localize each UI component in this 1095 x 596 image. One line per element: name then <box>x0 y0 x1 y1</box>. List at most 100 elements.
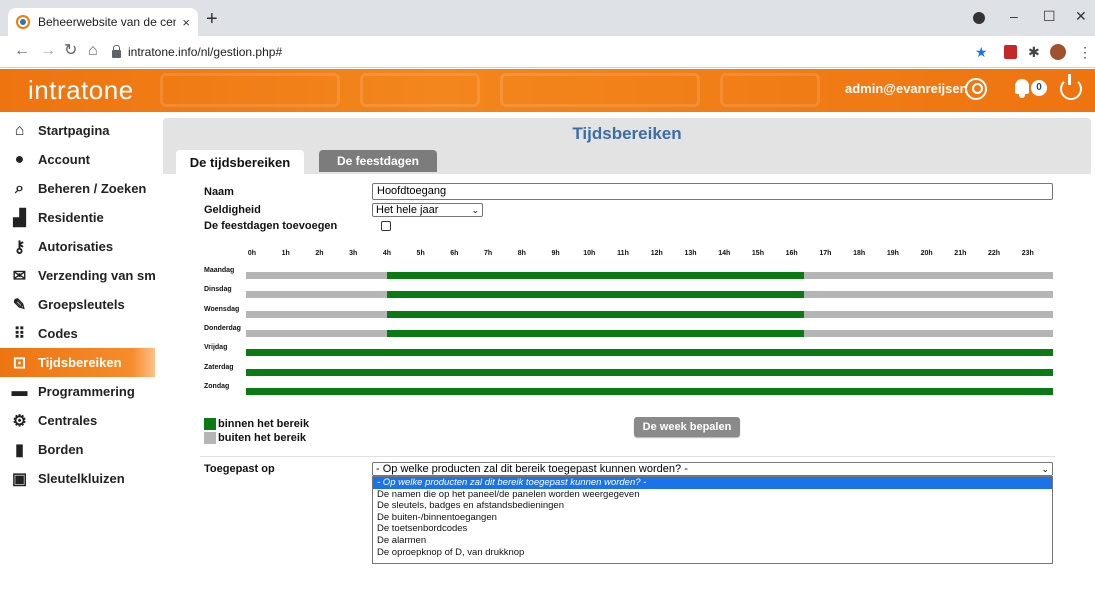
bell-icon[interactable] <box>1013 77 1031 99</box>
toegepast-select[interactable]: - Op welke producten zal dit bereik toeg… <box>372 462 1053 476</box>
schedule-bar-in-range[interactable] <box>246 387 1053 395</box>
dropdown-option[interactable]: De oproepknop of D, van drukknop <box>373 547 1052 559</box>
sidebar-item-account[interactable]: ● Account <box>0 145 155 174</box>
sidebar-item-groepsleutels[interactable]: ✎ Groepsleutels <box>0 290 155 319</box>
schedule-bar-out-range[interactable] <box>804 291 1053 299</box>
hour-label: 21h <box>954 250 967 257</box>
day-label: Woensdag <box>204 305 240 313</box>
sidebar-item-centrales[interactable]: ⚙ Centrales <box>0 406 155 435</box>
hour-label: 15h <box>751 250 764 257</box>
schedule-bar-out-range[interactable] <box>804 329 1053 337</box>
dropdown-option[interactable]: De alarmen <box>373 535 1052 547</box>
forward-icon[interactable]: → <box>40 42 56 60</box>
reload-icon[interactable]: ↻ <box>64 42 77 60</box>
sidebar-item-startpagina[interactable]: ⌂ Startpagina <box>0 116 155 145</box>
url-text: intratone.info/nl/gestion.php# <box>128 45 283 59</box>
profile-avatar[interactable] <box>1050 44 1066 60</box>
schedule-bar-in-range[interactable] <box>246 368 1053 376</box>
new-tab-button[interactable]: + <box>206 9 218 29</box>
pdf-extension-icon[interactable] <box>1004 45 1017 59</box>
sidebar-item-label: Programmering <box>38 384 135 399</box>
calendar-clock-icon: ⊡ <box>12 354 27 372</box>
tab-feestdagen[interactable]: De feestdagen <box>319 150 437 172</box>
naam-label: Naam <box>204 186 234 198</box>
schedule-bar-out-range[interactable] <box>246 272 388 279</box>
header-decoration <box>360 73 480 107</box>
naam-input[interactable]: Hoofdtoegang <box>372 183 1053 200</box>
sidebar-item-residentie[interactable]: ▟ Residentie <box>0 203 155 232</box>
sidebar-item-autorisaties[interactable]: ⚷ Autorisaties <box>0 232 155 261</box>
week-bepalen-button[interactable]: De week bepalen <box>634 417 740 437</box>
extensions-puzzle-icon[interactable]: ✱ <box>1028 44 1040 60</box>
maximize-button[interactable]: ☐ <box>1043 8 1056 25</box>
sidebar-item-label: Verzending van sms <box>38 268 155 283</box>
hour-label: 6h <box>450 250 459 257</box>
hour-label: 11h <box>617 250 629 257</box>
hour-label: 23h <box>1021 250 1034 257</box>
dropdown-option[interactable]: De buiten-/binnentoegangen <box>373 512 1052 524</box>
schedule-bar-in-range[interactable] <box>246 349 1053 357</box>
user-account-icon[interactable] <box>965 78 987 100</box>
hour-label: 14h <box>718 250 731 257</box>
hour-label: 10h <box>583 250 596 257</box>
bookmark-star-icon[interactable]: ★ <box>975 44 988 60</box>
browser-tabstrip: Beheerwebsite van de centrales × + – ☐ ✕ <box>0 0 1095 36</box>
schedule-bar-in-range[interactable] <box>387 329 805 337</box>
schedule-bar-in-range[interactable] <box>387 291 805 299</box>
browser-menu-icon[interactable]: ⋮ <box>1078 44 1092 60</box>
notification-badge[interactable]: 0 <box>1031 80 1047 96</box>
schedule-bar-out-range[interactable] <box>246 329 388 337</box>
home-browser-icon[interactable]: ⌂ <box>88 42 98 60</box>
profile-indicator-icon[interactable] <box>973 12 985 24</box>
url-field[interactable]: intratone.info/nl/gestion.php# <box>112 40 972 64</box>
sidebar-item-programmering[interactable]: ▬ Programmering <box>0 377 155 406</box>
user-name[interactable]: admin@evanreijsen <box>845 81 968 96</box>
header-decoration <box>160 73 340 107</box>
day-label: Dinsdag <box>204 286 232 294</box>
minimize-button[interactable]: – <box>1010 8 1018 24</box>
key-icon: ⚷ <box>13 238 26 256</box>
sidebar-item-beheren-zoeken[interactable]: ⌕ Beheren / Zoeken <box>0 174 155 203</box>
dropdown-option[interactable]: - Op welke producten zal dit bereik toeg… <box>373 477 1052 489</box>
schedule-bar-in-range[interactable] <box>387 272 805 279</box>
schedule-bar-in-range[interactable] <box>387 310 805 318</box>
power-icon[interactable] <box>1060 74 1082 100</box>
sidebar-item-label: Tijdsbereiken <box>38 355 122 370</box>
hour-label: 5h <box>416 250 425 257</box>
hour-label: 1h <box>281 250 290 257</box>
intratone-logo[interactable]: intratone <box>28 75 134 106</box>
page-title: Tijdsbereiken <box>572 124 682 143</box>
schedule-bar-out-range[interactable] <box>246 291 388 299</box>
day-label: Maandag <box>204 267 235 274</box>
sidebar-item-sleutelkluizen[interactable]: ▣ Sleutelkluizen <box>0 464 155 493</box>
sidebar-item-borden[interactable]: ▮ Borden <box>0 435 155 464</box>
hour-label: 4h <box>382 250 391 257</box>
favicon-icon <box>16 15 30 29</box>
schedule-bar-out-range[interactable] <box>246 310 388 318</box>
sidebar-item-verzending-van-sms[interactable]: ✉ Verzending van sms <box>0 261 155 290</box>
dropdown-option[interactable]: De toetsenbordcodes <box>373 523 1052 535</box>
sidebar-item-codes[interactable]: ⠿ Codes <box>0 319 155 348</box>
hour-label: 18h <box>853 250 866 257</box>
tab-tijdsbereiken[interactable]: De tijdsbereiken <box>176 150 304 176</box>
sidebar-item-label: Account <box>38 152 90 167</box>
dropdown-option[interactable]: De namen die op het paneel/de panelen wo… <box>373 489 1052 501</box>
sidebar-menu: ⌂ Startpagina ● Account ⌕ Beheren / Zoeken ▟ Re… <box>0 116 155 493</box>
browser-tab[interactable]: Beheerwebsite van de centrales × <box>8 8 198 36</box>
hour-label: 2h <box>315 250 324 257</box>
feestdagen-checkbox[interactable] <box>381 221 391 231</box>
tab-close-icon[interactable]: × <box>182 15 190 30</box>
sidebar-item-tijdsbereiken[interactable]: ⊡ Tijdsbereiken <box>0 348 155 377</box>
close-window-button[interactable]: ✕ <box>1075 8 1087 25</box>
day-label: Zondag <box>204 382 230 390</box>
back-icon[interactable]: ← <box>14 42 30 60</box>
dropdown-option[interactable]: De sleutels, badges en afstandsbediening… <box>373 500 1052 512</box>
search-icon: ⌕ <box>15 179 24 197</box>
geldigheid-select[interactable]: Het hele jaar ⌄ <box>372 203 483 217</box>
schedule-bar-out-range[interactable] <box>804 310 1053 318</box>
hour-label: 8h <box>517 250 526 257</box>
group-key-icon: ✎ <box>12 296 27 314</box>
sidebar-item-label: Centrales <box>38 413 98 428</box>
toegepast-value: - Op welke producten zal dit bereik toeg… <box>376 463 688 475</box>
schedule-bar-out-range[interactable] <box>804 272 1053 279</box>
